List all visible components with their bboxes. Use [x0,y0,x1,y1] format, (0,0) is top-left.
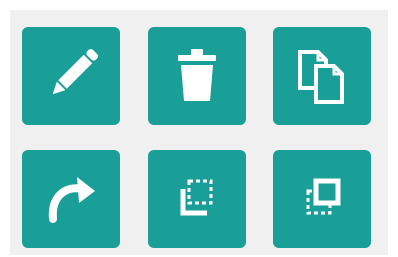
pencil-icon [39,44,103,108]
bring-to-front-icon [290,167,354,231]
bring-forward-button[interactable] [273,150,371,248]
send-backward-button[interactable] [148,150,246,248]
delete-button[interactable] [148,27,246,125]
trash-icon [165,44,229,108]
send-to-back-icon [165,167,229,231]
copy-icon [290,44,354,108]
toolbar-panel [10,10,388,255]
duplicate-button[interactable] [273,27,371,125]
redo-icon [39,167,103,231]
edit-button[interactable] [22,27,120,125]
redo-button[interactable] [22,150,120,248]
